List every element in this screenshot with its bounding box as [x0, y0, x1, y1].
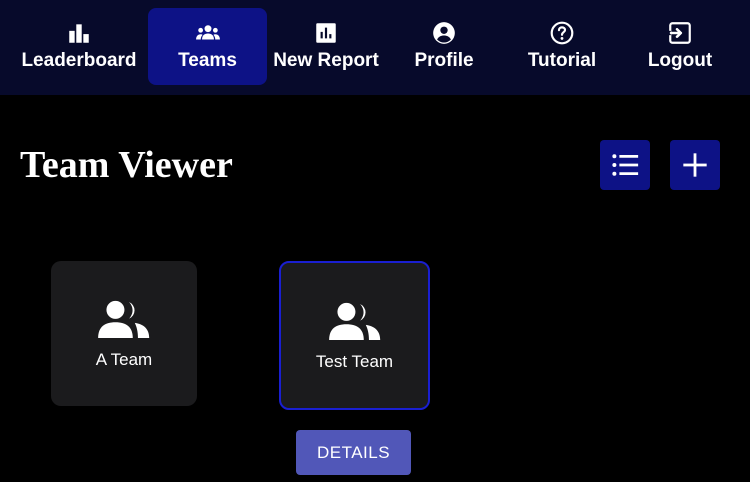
- nav-label-profile: Profile: [414, 50, 474, 71]
- list-view-button[interactable]: [600, 140, 650, 190]
- nav-label-new-report: New Report: [273, 50, 379, 71]
- plus-icon: [683, 153, 707, 177]
- nav-label-tutorial: Tutorial: [527, 50, 597, 71]
- account-circle-icon: [433, 22, 455, 44]
- team-card-a-team[interactable]: A Team: [51, 261, 197, 406]
- details-button[interactable]: DETAILS: [296, 430, 411, 475]
- nav-item-new-report[interactable]: New Report: [267, 8, 385, 85]
- nav-item-logout[interactable]: Logout: [621, 8, 739, 85]
- team-name: Test Team: [315, 352, 394, 371]
- nav-item-profile[interactable]: Profile: [385, 8, 503, 85]
- nav-item-teams[interactable]: Teams: [148, 8, 267, 85]
- page-title: Team Viewer: [20, 144, 233, 186]
- details-button-label: DETAILS: [316, 442, 391, 462]
- top-navigation-bar: Leaderboard Teams New Report Profile Tut…: [0, 0, 750, 95]
- nav-label-leaderboard: Leaderboard: [21, 50, 137, 71]
- team-card-test-team[interactable]: Test Team: [279, 261, 430, 410]
- team-name: A Team: [95, 350, 153, 369]
- people-icon: [98, 300, 150, 338]
- people-icon: [328, 302, 380, 340]
- logout-icon: [667, 22, 691, 44]
- nav-label-teams: Teams: [178, 50, 237, 71]
- report-icon: [316, 23, 336, 43]
- help-circle-icon: [550, 21, 574, 45]
- list-icon: [612, 154, 639, 176]
- nav-item-leaderboard[interactable]: Leaderboard: [10, 8, 148, 85]
- nav-label-logout: Logout: [647, 50, 713, 71]
- add-team-button[interactable]: [670, 140, 720, 190]
- bar-chart-icon: [69, 24, 89, 43]
- nav-item-tutorial[interactable]: Tutorial: [503, 8, 621, 85]
- groups-icon: [195, 25, 220, 40]
